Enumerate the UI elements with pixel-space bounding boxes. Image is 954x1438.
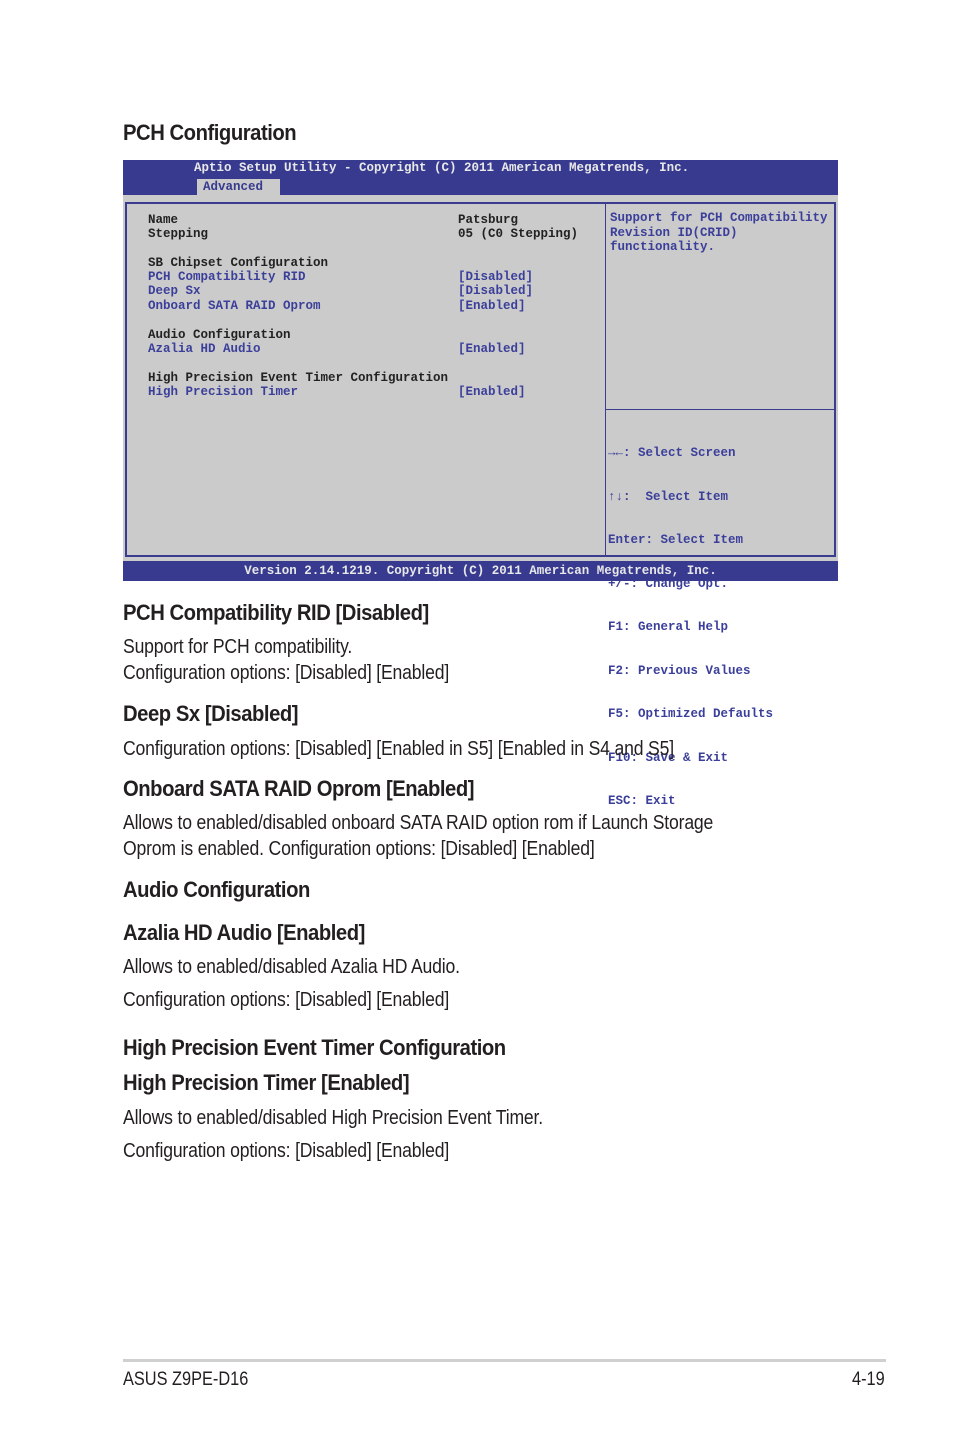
heading-deep-sx: Deep Sx [Disabled] xyxy=(123,701,299,726)
heading-pch-compat-rid: PCH Compatibility RID [Disabled] xyxy=(123,600,429,625)
help-text: Support for PCH Compatibility Revision ID… xyxy=(610,211,828,255)
item-deep-sx-value[interactable]: [Disabled] xyxy=(458,284,533,298)
heading-azalia: Azalia HD Audio [Enabled] xyxy=(123,920,365,945)
info-stepping-value: 05 (C0 Stepping) xyxy=(458,227,579,241)
key-help-select-screen: →←: Select Screen xyxy=(608,446,736,460)
text-pch-compat-rid-2: Configuration options: [Disabled] [Enabl… xyxy=(123,662,450,684)
bios-title: Aptio Setup Utility - Copyright (C) 2011… xyxy=(194,161,690,175)
heading-sata-oprom: Onboard SATA RAID Oprom [Enabled] xyxy=(123,776,475,801)
key-help-f1: F1: General Help xyxy=(608,620,729,634)
bios-screen: Aptio Setup Utility - Copyright (C) 2011… xyxy=(123,160,838,808)
tab-advanced-label: Advanced xyxy=(203,180,264,194)
section-audio: Audio Configuration xyxy=(148,328,291,342)
section-sb-chipset: SB Chipset Configuration xyxy=(148,256,329,270)
key-help-esc: ESC: Exit xyxy=(608,794,676,808)
item-deep-sx[interactable]: Deep Sx xyxy=(148,284,201,298)
heading-hpet: High Precision Timer [Enabled] xyxy=(123,1070,410,1095)
key-help: →←: Select Screen ↑↓: Select Item Enter:… xyxy=(608,417,773,838)
help-divider xyxy=(606,409,834,410)
bios-title-bar: Aptio Setup Utility - Copyright (C) 2011… xyxy=(123,160,838,195)
bios-main-frame: Name Patsburg Stepping 05 (C0 Stepping) … xyxy=(125,202,836,808)
page-title: PCH Configuration xyxy=(123,120,297,145)
footer-product: ASUS Z9PE-D16 xyxy=(123,1369,249,1390)
item-sata-raid-oprom[interactable]: Onboard SATA RAID Oprom xyxy=(148,299,321,313)
info-stepping-label: Stepping xyxy=(148,227,209,241)
text-hpet-2: Configuration options: [Disabled] [Enabl… xyxy=(123,1140,450,1162)
tab-advanced[interactable]: Advanced xyxy=(197,179,280,195)
item-azalia-hd-audio-value[interactable]: [Enabled] xyxy=(458,342,526,356)
text-azalia-1: Allows to enabled/disabled Azalia HD Aud… xyxy=(123,956,460,978)
footer-page-number: 4-19 xyxy=(852,1369,885,1390)
help-line: Support for PCH Compatibility xyxy=(610,211,828,225)
footer-divider xyxy=(123,1359,886,1362)
item-sata-raid-oprom-value[interactable]: [Enabled] xyxy=(458,299,526,313)
help-line: Revision ID(CRID) xyxy=(610,225,738,240)
panel-divider xyxy=(605,204,606,555)
info-name-label: Name xyxy=(148,213,179,227)
text-azalia-2: Configuration options: [Disabled] [Enabl… xyxy=(123,989,450,1011)
item-pch-compat-rid-value[interactable]: [Disabled] xyxy=(458,270,533,284)
item-high-precision-timer[interactable]: High Precision Timer xyxy=(148,385,298,399)
key-help-f2: F2: Previous Values xyxy=(608,663,751,678)
text-sata-oprom-1: Allows to enabled/disabled onboard SATA … xyxy=(123,812,714,834)
item-high-precision-timer-value[interactable]: [Enabled] xyxy=(458,385,526,399)
text-sata-oprom-2: Oprom is enabled. Configuration options:… xyxy=(123,838,595,860)
section-hpet: High Precision Event Timer Configuration xyxy=(148,371,449,385)
text-pch-compat-rid-1: Support for PCH compatibility. xyxy=(123,636,353,658)
heading-audio-config: Audio Configuration xyxy=(123,877,310,902)
bios-footer: Version 2.14.1219. Copyright (C) 2011 Am… xyxy=(123,561,838,581)
text-hpet-1: Allows to enabled/disabled High Precisio… xyxy=(123,1107,543,1129)
key-help-select-item: ↑↓: Select Item xyxy=(608,489,729,504)
item-pch-compat-rid[interactable]: PCH Compatibility RID xyxy=(148,270,306,284)
item-azalia-hd-audio[interactable]: Azalia HD Audio xyxy=(148,342,261,356)
key-help-enter: Enter: Select Item xyxy=(608,533,744,547)
help-line: functionality. xyxy=(610,240,716,254)
text-deep-sx-1: Configuration options: [Disabled] [Enabl… xyxy=(123,738,674,760)
heading-hpet-config: High Precision Event Timer Configuration xyxy=(123,1035,506,1060)
key-help-f5: F5: Optimized Defaults xyxy=(608,707,774,721)
info-name-value: Patsburg xyxy=(458,213,519,227)
